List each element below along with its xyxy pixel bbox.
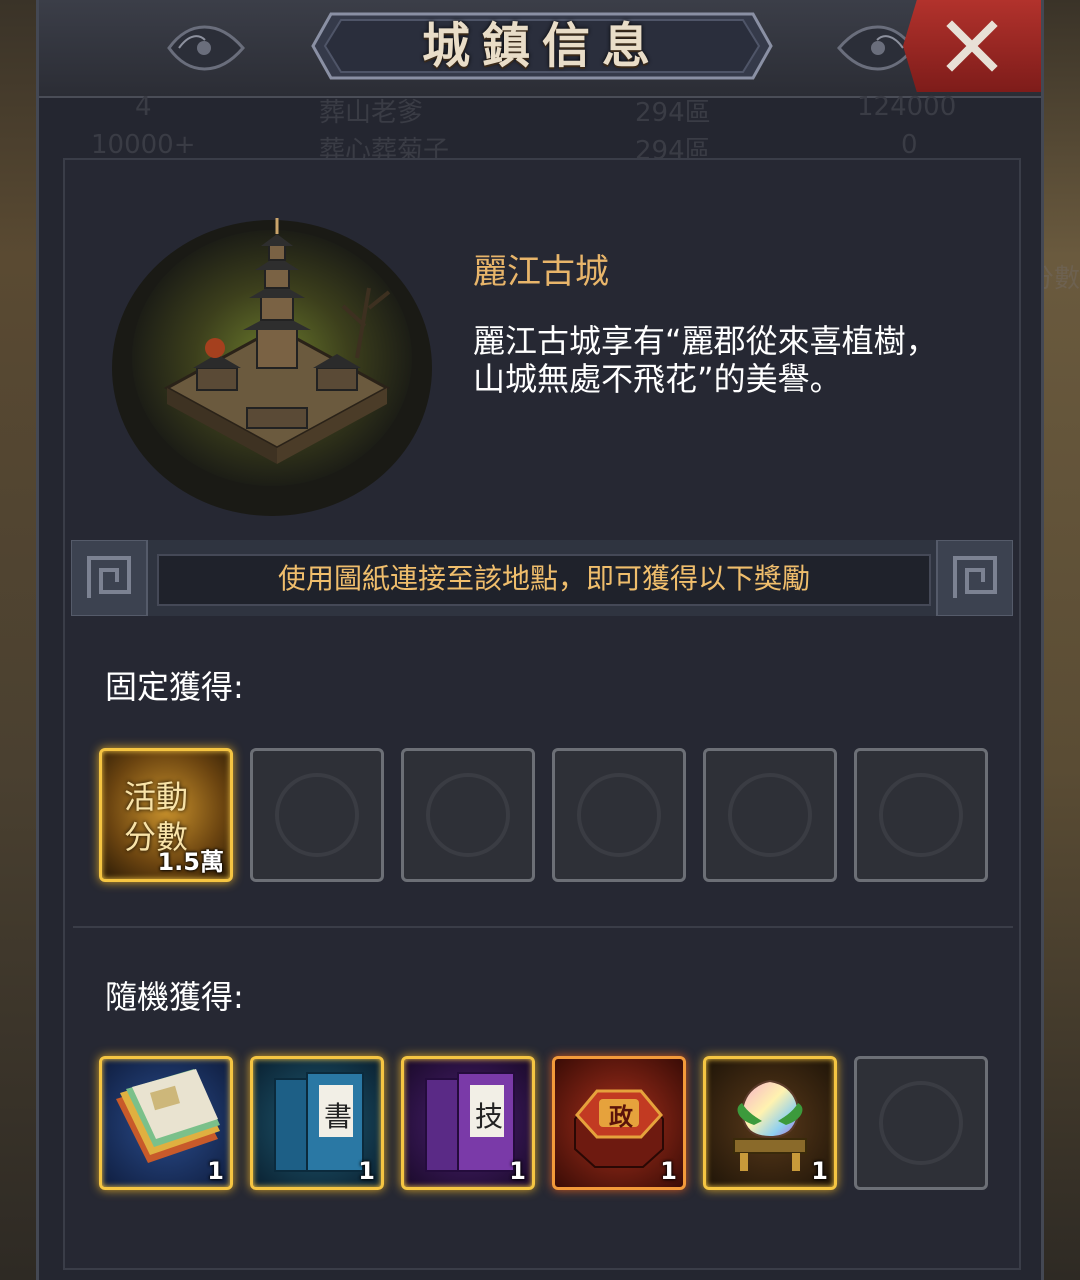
dragon-emblem-icon	[879, 1081, 963, 1165]
content-panel: 麗江古城 麗江古城享有“麗郡從來喜植樹，山城無處不飛花”的美譽。 使用圖紙連接至…	[63, 158, 1021, 1270]
item-quantity: 1	[509, 1157, 526, 1185]
title-plaque: 城鎮信息	[311, 12, 773, 80]
dragon-emblem-icon	[275, 773, 359, 857]
city-name: 麗江古城	[473, 252, 609, 292]
ornament-left-icon	[167, 25, 245, 71]
close-button[interactable]	[903, 0, 1041, 92]
background-right	[1038, 0, 1080, 1280]
empty-reward-slot	[703, 748, 837, 882]
modal-header: 城鎮信息	[39, 0, 1041, 98]
section-divider	[73, 926, 1013, 928]
item-quantity: 1	[660, 1157, 677, 1185]
reward-slot-rainbow-book[interactable]: 1	[99, 1056, 233, 1190]
reward-slot-peach[interactable]: 1	[703, 1056, 837, 1190]
dragon-emblem-icon	[728, 773, 812, 857]
empty-reward-slot	[250, 748, 384, 882]
reward-slot-activity-points[interactable]: 活動 分數 1.5萬	[99, 748, 233, 882]
modal-title: 城鎮信息	[421, 18, 662, 74]
city-description: 麗江古城享有“麗郡從來喜植樹，山城無處不飛花”的美譽。	[473, 322, 938, 398]
random-rewards-label: 隨機獲得:	[105, 978, 244, 1016]
reward-slot-blue-book[interactable]: 書 1	[250, 1056, 384, 1190]
reward-banner: 使用圖紙連接至該地點，即可獲得以下獎勵	[71, 540, 1013, 616]
close-icon	[946, 20, 998, 72]
dragon-emblem-icon	[577, 773, 661, 857]
empty-reward-slot	[552, 748, 686, 882]
item-quantity: 1.5萬	[157, 848, 224, 876]
dragon-emblem-icon	[879, 773, 963, 857]
city-illustration-icon	[112, 218, 432, 516]
item-quantity: 1	[811, 1157, 828, 1185]
city-info-modal: 城鎮信息 4 葬山老爹 294區 124000 10000+ 葬心葬菊子 294…	[36, 0, 1044, 1280]
book-glyph: 書	[323, 1100, 352, 1133]
reward-slot-politics-box[interactable]: 政 1	[552, 1056, 686, 1190]
fixed-rewards-label: 固定獲得:	[105, 668, 244, 706]
ghost-row: 4 葬山老爹 294區 124000	[135, 92, 957, 128]
item-quantity: 1	[207, 1157, 224, 1185]
box-glyph: 政	[609, 1102, 633, 1131]
empty-reward-slot	[854, 1056, 988, 1190]
reward-slot-purple-book[interactable]: 技 1	[401, 1056, 535, 1190]
empty-reward-slot	[854, 748, 988, 882]
book-glyph: 技	[474, 1100, 503, 1133]
item-quantity: 1	[358, 1157, 375, 1185]
reward-banner-text: 使用圖紙連接至該地點，即可獲得以下獎勵	[157, 554, 931, 606]
empty-reward-slot	[401, 748, 535, 882]
dragon-emblem-icon	[426, 773, 510, 857]
background-left	[0, 0, 40, 1280]
